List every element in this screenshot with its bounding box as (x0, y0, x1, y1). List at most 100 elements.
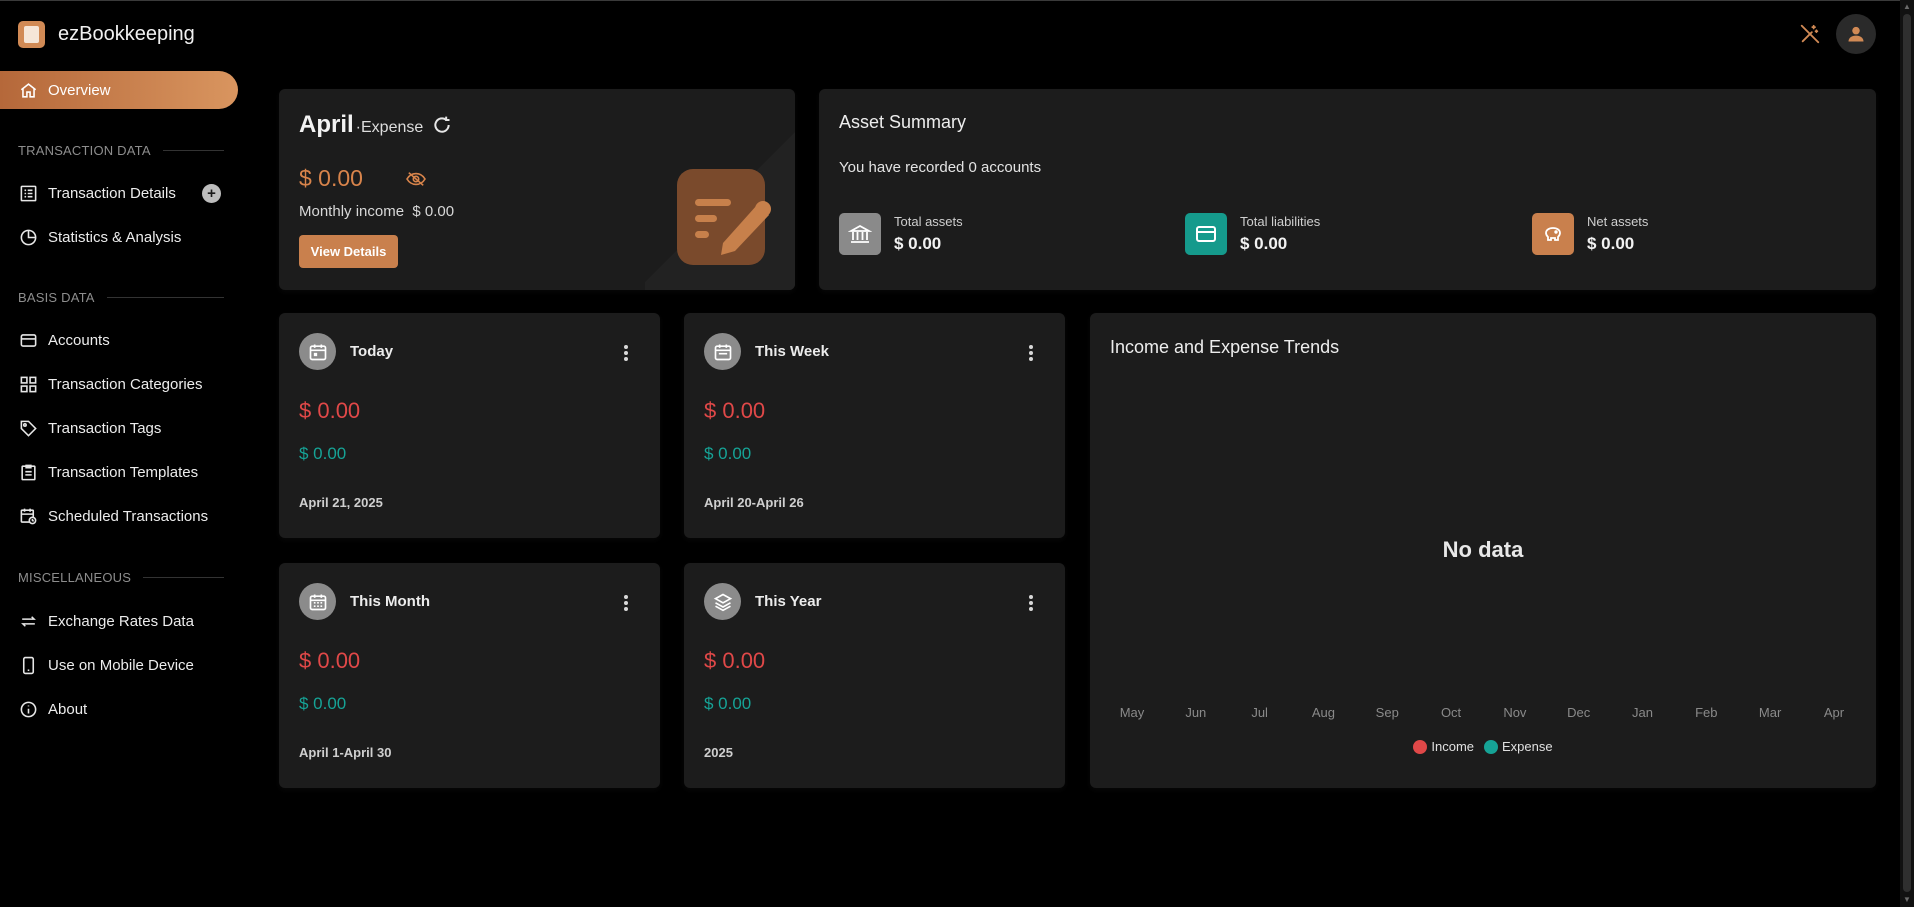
x-axis-tick-label: Jun (1185, 705, 1207, 720)
eye-off-icon[interactable] (405, 170, 427, 188)
period-name: This Month (350, 593, 430, 610)
month-label: April (299, 111, 354, 138)
sidebar-item-scheduled[interactable]: Scheduled Transactions (0, 497, 238, 535)
x-axis-tick-label: Nov (1503, 705, 1527, 720)
net-assets-label: Net assets (1587, 214, 1649, 229)
total-assets: Total assets $ 0.00 (839, 213, 963, 255)
layers-icon (704, 583, 741, 620)
monthly-income-label: Monthly income (299, 203, 405, 220)
theme-toggle-button[interactable] (1797, 21, 1823, 47)
x-axis-tick-label: Aug (1311, 705, 1335, 720)
pie-chart-icon (20, 229, 37, 245)
sidebar-item-templates[interactable]: Transaction Templates (0, 453, 238, 491)
section-title-label: MISCELLANEOUS (18, 569, 132, 585)
user-avatar-button[interactable] (1836, 14, 1876, 54)
refresh-icon[interactable] (432, 115, 452, 135)
x-axis-tick-label: Dec (1567, 705, 1591, 720)
legend-item-income[interactable]: Income (1413, 739, 1474, 754)
period-income: $ 0.00 (704, 444, 752, 463)
divider (106, 296, 224, 298)
add-transaction-button[interactable]: + (202, 184, 221, 203)
period-date: April 20-April 26 (704, 495, 804, 510)
piggy-bank-icon (1532, 213, 1574, 255)
grid-icon (20, 376, 37, 392)
more-options-icon[interactable] (1027, 343, 1035, 363)
period-expense: $ 0.00 (299, 648, 361, 673)
period-card-year: This Year $ 0.00 $ 0.00 2025 (684, 563, 1065, 788)
sidebar-item-tags[interactable]: Transaction Tags (0, 409, 238, 447)
app-logo-icon (18, 21, 45, 48)
x-axis-tick-label: May (1119, 705, 1145, 720)
section-title-basis-data: BASIS DATA (18, 289, 224, 305)
credit-card-icon (1185, 213, 1227, 255)
net-assets: Net assets $ 0.00 (1532, 213, 1648, 255)
x-axis-labels: May Jun Jul Aug Sep Oct Nov Dec Jan Feb Mar Apr (1110, 705, 1856, 720)
more-options-icon[interactable] (622, 343, 630, 363)
sidebar-item-mobile[interactable]: Use on Mobile Device (0, 646, 238, 684)
legend-label: Expense (1502, 739, 1553, 754)
total-liabilities: Total liabilities $ 0.00 (1185, 213, 1320, 255)
period-name: This Year (755, 593, 822, 610)
magic-wand-icon (1800, 24, 1820, 44)
sidebar-item-label: Exchange Rates Data (48, 612, 194, 630)
scrollbar-thumb[interactable] (1903, 14, 1911, 892)
legend-marker-income (1413, 739, 1428, 754)
brand[interactable]: ezBookkeeping (18, 21, 195, 48)
more-options-icon[interactable] (622, 593, 630, 613)
sidebar-item-overview[interactable]: Overview (0, 71, 238, 109)
total-assets-label: Total assets (894, 214, 963, 229)
total-assets-value: $ 0.00 (894, 234, 942, 253)
sidebar-item-statistics[interactable]: Statistics & Analysis (0, 218, 238, 256)
total-liabilities-label: Total liabilities (1240, 214, 1321, 229)
x-axis-tick-label: Jul (1251, 705, 1268, 720)
scroll-up-arrow-icon[interactable]: ▲ (1902, 2, 1912, 12)
sidebar-item-label: Transaction Categories (48, 375, 203, 393)
list-icon (20, 185, 37, 201)
monthly-expense-amount: $ 0.00 (299, 165, 363, 191)
calendar-month-icon (299, 583, 336, 620)
more-options-icon[interactable] (1027, 593, 1035, 613)
legend-item-expense[interactable]: Expense (1484, 739, 1553, 754)
calendar-today-icon (299, 333, 336, 370)
no-data-message: No data (1442, 537, 1524, 562)
sidebar-item-label: About (48, 700, 88, 718)
home-icon (20, 82, 37, 98)
credit-card-icon (20, 333, 37, 347)
asset-summary-card: Asset Summary You have recorded 0 accoun… (819, 89, 1876, 290)
x-axis-tick-label: Apr (1823, 705, 1845, 720)
user-icon (1848, 26, 1864, 42)
divider (143, 576, 224, 578)
sidebar-item-label: Transaction Details (48, 184, 176, 202)
calendar-week-icon (704, 333, 741, 370)
period-expense: $ 0.00 (704, 648, 766, 673)
view-details-button[interactable]: View Details (299, 235, 398, 268)
note-pencil-icon (677, 169, 771, 265)
app-bar: ezBookkeeping (0, 0, 1900, 68)
sidebar-item-label: Statistics & Analysis (48, 228, 182, 246)
x-axis-tick-label: Mar (1758, 705, 1782, 720)
period-expense: $ 0.00 (704, 398, 766, 423)
sidebar-item-label: Use on Mobile Device (48, 656, 194, 674)
period-name: This Week (755, 343, 829, 360)
section-title-transaction-data: TRANSACTION DATA (18, 142, 224, 158)
period-date: April 21, 2025 (299, 495, 383, 510)
asset-summary-subtitle: You have recorded 0 accounts (839, 159, 1042, 176)
monthly-income-value: $ 0.00 (412, 203, 455, 220)
period-card-today: Today $ 0.00 $ 0.00 April 21, 2025 (279, 313, 660, 538)
scroll-down-arrow-icon[interactable]: ▼ (1902, 895, 1912, 905)
section-title-label: BASIS DATA (18, 289, 95, 305)
app-name: ezBookkeeping (58, 23, 195, 45)
period-name: Today (350, 343, 394, 360)
monthly-income: Monthly income $ 0.00 (299, 203, 454, 220)
sidebar-item-exchange-rates[interactable]: Exchange Rates Data (0, 602, 238, 640)
period-date: 2025 (704, 745, 733, 760)
x-axis-tick-label: Jan (1632, 705, 1653, 720)
total-liabilities-value: $ 0.00 (1240, 234, 1288, 253)
sidebar-item-categories[interactable]: Transaction Categories (0, 365, 238, 403)
swap-arrows-icon (21, 615, 36, 627)
legend-label: Income (1431, 739, 1475, 754)
sidebar-item-about[interactable]: About (0, 690, 238, 728)
monthly-expense-card: April ·Expense $ 0.00 Monthly income $ 0… (279, 89, 795, 290)
sidebar-item-accounts[interactable]: Accounts (0, 321, 238, 359)
x-axis-tick-label: Sep (1375, 705, 1399, 720)
